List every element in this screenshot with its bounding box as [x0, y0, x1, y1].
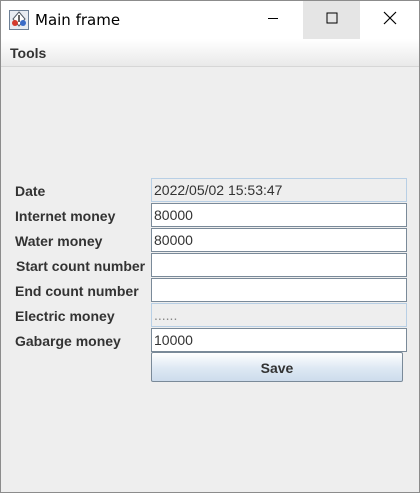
water-money-field[interactable]: [151, 228, 407, 252]
title-bar[interactable]: Main frame: [1, 1, 419, 39]
maximize-button[interactable]: [303, 1, 360, 39]
menu-tools[interactable]: Tools: [10, 45, 46, 61]
minimize-icon: [267, 11, 279, 29]
close-icon: [383, 11, 397, 30]
internet-money-field[interactable]: [151, 203, 407, 227]
maximize-icon: [326, 11, 338, 29]
minimize-button[interactable]: [244, 1, 301, 39]
water-money-label: Water money: [15, 233, 103, 249]
start-count-number-label: Start count number: [16, 258, 146, 274]
save-button[interactable]: Save: [151, 352, 403, 382]
garbage-money-field[interactable]: [151, 328, 407, 352]
end-count-number-label: End count number: [15, 283, 139, 299]
close-button[interactable]: [361, 1, 418, 39]
date-label: Date: [15, 183, 46, 199]
main-window: Main frame Tools Date Internet money Wat…: [0, 0, 420, 493]
internet-money-label: Internet money: [15, 208, 116, 224]
date-field: [151, 178, 407, 202]
garbage-money-label: Gabarge money: [15, 333, 121, 349]
electric-money-field: [151, 303, 407, 327]
end-count-number-field[interactable]: [151, 278, 407, 302]
window-title: Main frame: [35, 11, 121, 29]
electric-money-label: Electric money: [15, 308, 115, 324]
menu-bar: Tools: [1, 39, 419, 67]
java-app-icon: [9, 10, 29, 30]
start-count-number-field[interactable]: [151, 253, 407, 277]
